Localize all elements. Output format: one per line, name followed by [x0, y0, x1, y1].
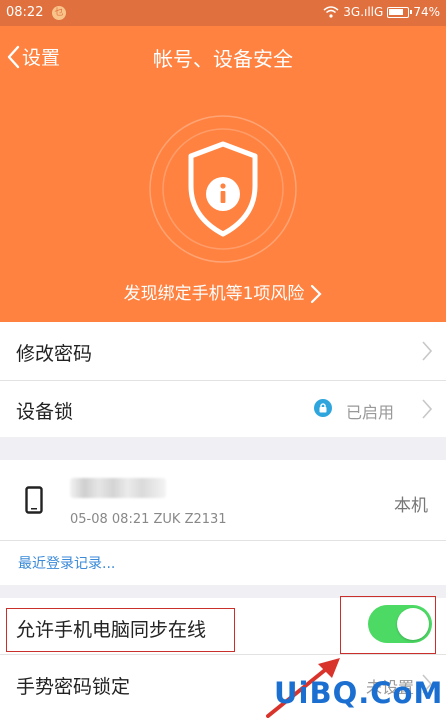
status-indicators: 3G.ıllG 74%	[323, 5, 440, 19]
app-notification-icon: 乜	[52, 6, 66, 20]
sync-online-label: 允许手机电脑同步在线	[16, 619, 207, 641]
device-name-redacted	[70, 478, 166, 498]
status-bar: 08:22 乜 3G.ıllG 74%	[0, 0, 446, 26]
network-indicator: 3G.ıllG	[343, 5, 384, 19]
battery-icon	[387, 6, 413, 18]
lock-icon	[314, 399, 332, 417]
chevron-right-icon	[311, 284, 322, 304]
risk-warning-text: 发现绑定手机等1项风险	[123, 284, 305, 304]
this-device-tag: 本机	[394, 496, 428, 516]
watermark-logo: UiBQ.CoM	[274, 676, 444, 710]
device-lock-label: 设备锁	[16, 401, 74, 423]
page-title: 帐号、设备安全	[153, 47, 293, 71]
toggle-knob	[397, 608, 429, 640]
status-time: 08:22	[6, 5, 44, 20]
risk-warning-link[interactable]: 发现绑定手机等1项风险	[0, 279, 446, 304]
gesture-lock-label: 手势密码锁定	[16, 676, 131, 698]
current-device-row[interactable]	[0, 460, 446, 540]
device-lock-status: 已启用	[346, 403, 395, 422]
security-hero: 设置 帐号、设备安全 发现绑定手机等1项风险	[0, 26, 446, 322]
shield-info-icon	[149, 115, 297, 263]
change-password-label: 修改密码	[16, 343, 93, 365]
change-password-row[interactable]: 修改密码	[0, 322, 446, 380]
sync-online-toggle[interactable]	[368, 605, 432, 643]
chevron-right-icon	[422, 399, 432, 419]
wifi-icon	[323, 6, 339, 18]
battery-level: 74%	[413, 5, 440, 19]
device-login-info: 05-08 08:21 ZUK Z2131	[70, 512, 227, 527]
device-lock-row[interactable]: 设备锁 已启用	[0, 381, 446, 437]
chevron-right-icon	[422, 341, 432, 361]
recent-login-link[interactable]: 最近登录记录...	[18, 553, 115, 573]
phone-icon	[25, 486, 43, 514]
